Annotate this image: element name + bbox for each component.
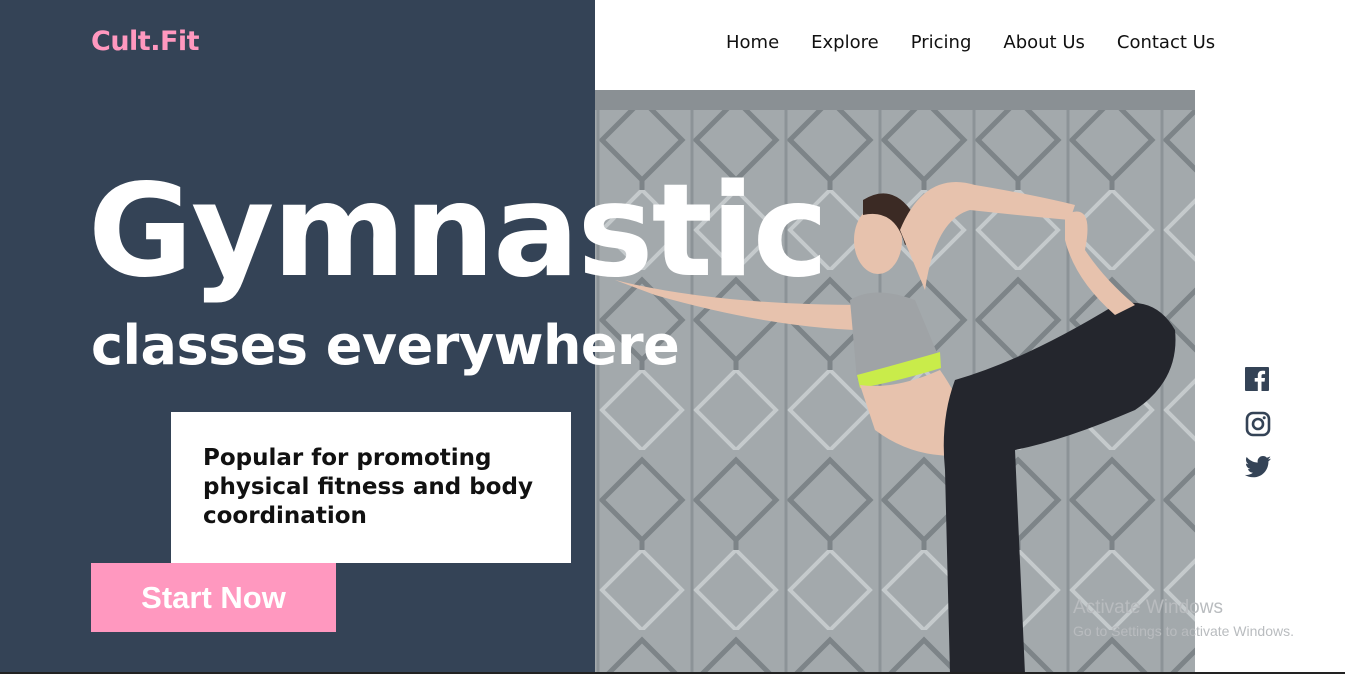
twitter-icon[interactable] — [1244, 455, 1273, 483]
instagram-icon[interactable] — [1245, 411, 1273, 439]
description-card: Popular for promoting physical fitness a… — [171, 412, 571, 563]
nav-pricing[interactable]: Pricing — [911, 32, 972, 53]
nav-about-us[interactable]: About Us — [1003, 32, 1085, 53]
activate-windows-watermark: Activate Windows Go to Settings to activ… — [1073, 597, 1294, 639]
watermark-subtitle: Go to Settings to activate Windows. — [1073, 623, 1294, 639]
nav-explore[interactable]: Explore — [811, 32, 879, 53]
facebook-icon[interactable] — [1245, 367, 1273, 395]
social-links — [1244, 367, 1273, 499]
start-now-button[interactable]: Start Now — [91, 563, 336, 632]
hero-subtitle: classes everywhere — [91, 314, 680, 377]
nav-home[interactable]: Home — [726, 32, 779, 53]
hero-title: Gymnastic — [88, 157, 828, 306]
nav-contact-us[interactable]: Contact Us — [1117, 32, 1215, 53]
description-text: Popular for promoting physical fitness a… — [203, 445, 533, 529]
watermark-title: Activate Windows — [1073, 597, 1223, 618]
site-logo[interactable]: Cult.Fit — [91, 26, 200, 57]
main-nav: Home Explore Pricing About Us Contact Us — [726, 32, 1215, 53]
